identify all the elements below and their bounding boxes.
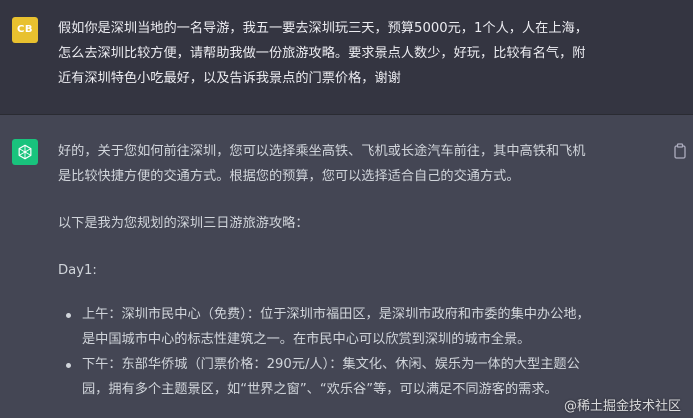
openai-logo-icon	[18, 144, 32, 160]
bullet-icon	[66, 363, 71, 368]
assistant-message: 好的，关于您如何前往深圳，您可以选择乘坐高铁、飞机或长途汽车前往，其中高铁和飞机…	[0, 115, 693, 418]
intro-paragraph: 好的，关于您如何前往深圳，您可以选择乘坐高铁、飞机或长途汽车前往，其中高铁和飞机…	[58, 139, 668, 189]
bullet-icon	[66, 313, 71, 318]
itinerary-list: 上午：深圳市民中心（免费）：位于深圳市福田区，是深圳市政府和市委的集中办公地， …	[58, 302, 668, 402]
user-message-text: 假如你是深圳当地的一名导游，我五一要去深圳玩三天，预算5000元，1个人，人在上…	[58, 16, 678, 91]
intro-line: 好的，关于您如何前往深圳，您可以选择乘坐高铁、飞机或长途汽车前往，其中高铁和飞机	[58, 144, 586, 159]
list-item-line: 上午：深圳市民中心（免费）：位于深圳市福田区，是深圳市政府和市委的集中办公地，	[82, 307, 590, 322]
user-message-line: 假如你是深圳当地的一名导游，我五一要去深圳玩三天，预算5000元，1个人，人在上…	[58, 21, 588, 36]
user-avatar: CB	[12, 17, 38, 43]
plan-heading: 以下是我为您规划的深圳三日游旅游攻略：	[58, 216, 309, 231]
user-message-line: 近有深圳特色小吃最好，以及告诉我景点的门票价格，谢谢	[58, 71, 401, 86]
assistant-avatar	[12, 139, 38, 165]
watermark: @稀土掘金技术社区	[564, 395, 681, 414]
user-message: CB 假如你是深圳当地的一名导游，我五一要去深圳玩三天，预算5000元，1个人，…	[0, 0, 693, 115]
intro-line: 是比较快捷方便的交通方式。根据您的预算，您可以选择适合自己的交通方式。	[58, 169, 520, 184]
list-item: 上午：深圳市民中心（免费）：位于深圳市福田区，是深圳市政府和市委的集中办公地， …	[58, 302, 668, 352]
list-item-line: 是中国城市中心的标志性建筑之一。在市民中心可以欣赏到深圳的城市全景。	[82, 332, 531, 347]
day-heading: Day1:	[58, 263, 97, 278]
copy-icon[interactable]	[673, 143, 687, 159]
assistant-message-text: 好的，关于您如何前往深圳，您可以选择乘坐高铁、飞机或长途汽车前往，其中高铁和飞机…	[58, 139, 668, 402]
list-item-line: 下午：东部华侨城（门票价格：290元/人）：集文化、休闲、娱乐为一体的大型主题公	[82, 357, 580, 372]
user-message-line: 怎么去深圳比较方便，请帮助我做一份旅游攻略。要求景点人数少，好玩，比较有名气，附	[58, 46, 586, 61]
watermark-text: @稀土掘金技术社区	[563, 399, 681, 414]
